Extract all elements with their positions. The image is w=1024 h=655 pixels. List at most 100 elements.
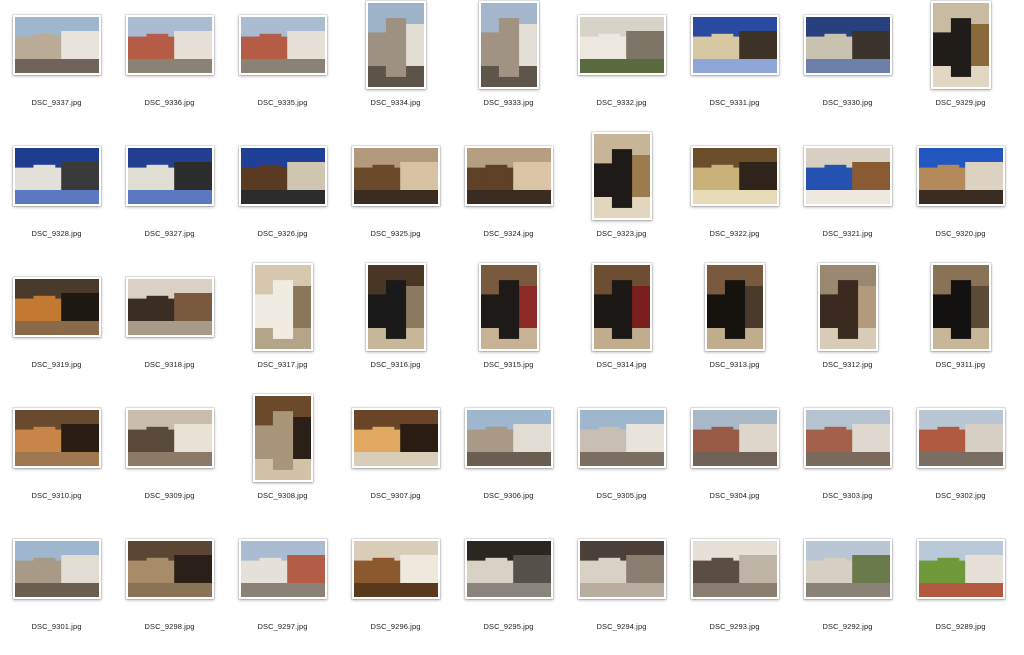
photo-thumbnail[interactable]: [365, 263, 426, 351]
photo-shape: [936, 426, 959, 452]
photo-thumbnail[interactable]: [577, 408, 666, 468]
photo-thumbnail[interactable]: [252, 394, 313, 482]
photo-thumbnail[interactable]: [252, 263, 313, 351]
photo-thumbnail[interactable]: [125, 277, 214, 337]
thumbnail-item[interactable]: DSC_9314.jpg: [565, 262, 678, 393]
photo-thumbnail[interactable]: [351, 146, 440, 206]
photo-shape: [32, 33, 55, 59]
thumbnail-item[interactable]: DSC_9289.jpg: [904, 524, 1017, 655]
thumbnail-frame-area: [791, 524, 904, 614]
photo-thumbnail[interactable]: [577, 15, 666, 75]
thumbnail-item[interactable]: DSC_9315.jpg: [452, 262, 565, 393]
thumbnail-item[interactable]: DSC_9308.jpg: [226, 393, 339, 524]
thumbnail-item[interactable]: DSC_9295.jpg: [452, 524, 565, 655]
photo-thumbnail[interactable]: [916, 408, 1005, 468]
thumbnail-item[interactable]: DSC_9321.jpg: [791, 131, 904, 262]
thumbnail-item[interactable]: DSC_9311.jpg: [904, 262, 1017, 393]
photo-thumbnail[interactable]: [125, 15, 214, 75]
thumbnail-item[interactable]: DSC_9301.jpg: [0, 524, 113, 655]
thumbnail-item[interactable]: DSC_9319.jpg: [0, 262, 113, 393]
photo-thumbnail[interactable]: [12, 408, 101, 468]
thumbnail-item[interactable]: DSC_9293.jpg: [678, 524, 791, 655]
thumbnail-item[interactable]: DSC_9328.jpg: [0, 131, 113, 262]
photo-thumbnail[interactable]: [591, 132, 652, 220]
photo-image: [127, 148, 212, 204]
thumbnail-item[interactable]: DSC_9309.jpg: [113, 393, 226, 524]
photo-thumbnail[interactable]: [125, 408, 214, 468]
photo-thumbnail[interactable]: [12, 15, 101, 75]
thumbnail-item[interactable]: DSC_9326.jpg: [226, 131, 339, 262]
thumbnail-item[interactable]: DSC_9329.jpg: [904, 0, 1017, 131]
photo-thumbnail[interactable]: [351, 408, 440, 468]
photo-thumbnail[interactable]: [125, 539, 214, 599]
photo-thumbnail[interactable]: [591, 263, 652, 351]
photo-thumbnail[interactable]: [690, 15, 779, 75]
thumbnail-item[interactable]: DSC_9313.jpg: [678, 262, 791, 393]
thumbnail-item[interactable]: DSC_9298.jpg: [113, 524, 226, 655]
photo-thumbnail[interactable]: [478, 1, 539, 89]
photo-thumbnail[interactable]: [12, 146, 101, 206]
photo-thumbnail[interactable]: [690, 146, 779, 206]
thumbnail-item[interactable]: DSC_9294.jpg: [565, 524, 678, 655]
photo-thumbnail[interactable]: [930, 263, 991, 351]
photo-thumbnail[interactable]: [803, 539, 892, 599]
thumbnail-item[interactable]: DSC_9310.jpg: [0, 393, 113, 524]
thumbnail-item[interactable]: DSC_9296.jpg: [339, 524, 452, 655]
thumbnail-item[interactable]: DSC_9316.jpg: [339, 262, 452, 393]
thumbnail-item[interactable]: DSC_9325.jpg: [339, 131, 452, 262]
thumbnail-item[interactable]: DSC_9305.jpg: [565, 393, 678, 524]
photo-thumbnail[interactable]: [930, 1, 991, 89]
thumbnail-item[interactable]: DSC_9318.jpg: [113, 262, 226, 393]
photo-thumbnail[interactable]: [365, 1, 426, 89]
photo-thumbnail[interactable]: [464, 146, 553, 206]
thumbnail-item[interactable]: DSC_9303.jpg: [791, 393, 904, 524]
photo-shape: [127, 321, 212, 335]
photo-thumbnail[interactable]: [464, 539, 553, 599]
thumbnail-item[interactable]: DSC_9297.jpg: [226, 524, 339, 655]
photo-thumbnail[interactable]: [916, 539, 1005, 599]
thumbnail-item[interactable]: DSC_9330.jpg: [791, 0, 904, 131]
photo-image: [353, 148, 438, 204]
photo-thumbnail[interactable]: [916, 146, 1005, 206]
thumbnail-item[interactable]: DSC_9307.jpg: [339, 393, 452, 524]
thumbnail-item[interactable]: DSC_9304.jpg: [678, 393, 791, 524]
photo-thumbnail[interactable]: [577, 539, 666, 599]
thumbnail-item[interactable]: DSC_9312.jpg: [791, 262, 904, 393]
photo-shape: [738, 424, 777, 452]
photo-thumbnail[interactable]: [690, 539, 779, 599]
photo-thumbnail[interactable]: [803, 15, 892, 75]
thumbnail-item[interactable]: DSC_9324.jpg: [452, 131, 565, 262]
photo-thumbnail[interactable]: [12, 539, 101, 599]
thumbnail-item[interactable]: DSC_9332.jpg: [565, 0, 678, 131]
thumbnail-item[interactable]: DSC_9331.jpg: [678, 0, 791, 131]
thumbnail-item[interactable]: DSC_9302.jpg: [904, 393, 1017, 524]
photo-thumbnail[interactable]: [803, 146, 892, 206]
thumbnail-item[interactable]: DSC_9336.jpg: [113, 0, 226, 131]
photo-thumbnail[interactable]: [817, 263, 878, 351]
photo-thumbnail[interactable]: [238, 15, 327, 75]
thumbnail-item[interactable]: DSC_9323.jpg: [565, 131, 678, 262]
photo-thumbnail[interactable]: [238, 146, 327, 206]
photo-thumbnail[interactable]: [12, 277, 101, 337]
photo-thumbnail[interactable]: [478, 263, 539, 351]
photo-shape: [738, 555, 777, 583]
thumbnail-item[interactable]: DSC_9322.jpg: [678, 131, 791, 262]
thumbnail-item[interactable]: DSC_9327.jpg: [113, 131, 226, 262]
photo-thumbnail[interactable]: [690, 408, 779, 468]
thumbnail-item[interactable]: DSC_9337.jpg: [0, 0, 113, 131]
thumbnail-item[interactable]: DSC_9292.jpg: [791, 524, 904, 655]
thumbnail-item[interactable]: DSC_9335.jpg: [226, 0, 339, 131]
thumbnail-item[interactable]: DSC_9306.jpg: [452, 393, 565, 524]
thumbnail-item[interactable]: DSC_9333.jpg: [452, 0, 565, 131]
file-name-label: DSC_9322.jpg: [709, 229, 760, 238]
thumbnail-item[interactable]: DSC_9320.jpg: [904, 131, 1017, 262]
photo-thumbnail[interactable]: [125, 146, 214, 206]
photo-shape: [173, 31, 212, 59]
photo-thumbnail[interactable]: [238, 539, 327, 599]
photo-thumbnail[interactable]: [803, 408, 892, 468]
photo-thumbnail[interactable]: [704, 263, 765, 351]
photo-thumbnail[interactable]: [464, 408, 553, 468]
photo-thumbnail[interactable]: [351, 539, 440, 599]
thumbnail-item[interactable]: DSC_9317.jpg: [226, 262, 339, 393]
thumbnail-item[interactable]: DSC_9334.jpg: [339, 0, 452, 131]
